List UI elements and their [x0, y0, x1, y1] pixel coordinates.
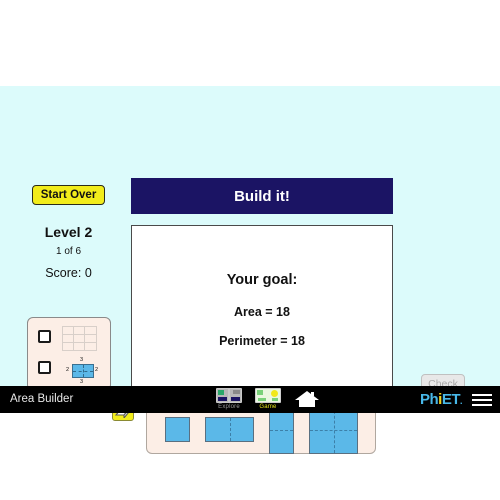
dim-label-left: 2 [66, 367, 70, 373]
hamburger-menu-icon[interactable] [472, 394, 492, 406]
dimensions-icon: 3 3 2 2 [58, 356, 106, 386]
goal-panel: Your goal: Area = 18 Perimeter = 18 [131, 225, 393, 394]
goal-perimeter: Perimeter = 18 [219, 333, 305, 348]
banner-title: Build it! [234, 187, 290, 205]
explore-thumbnail-icon [216, 388, 242, 403]
goal-title: Your goal: [226, 271, 298, 288]
build-it-banner: Build it! [131, 178, 393, 214]
nav-label-explore: Explore [218, 404, 240, 410]
phet-logo[interactable]: PhiET. [420, 391, 463, 408]
dim-label-right: 2 [95, 367, 99, 373]
shape-tile-2x1[interactable] [204, 416, 254, 442]
nav-item-explore[interactable]: Explore [210, 388, 248, 410]
score-label: Score: 0 [45, 266, 92, 280]
shape-tile-1x1[interactable] [164, 416, 190, 442]
app-screen: Start Over Level 2 1 of 6 Score: 0 Build… [0, 0, 500, 500]
level-progress: 1 of 6 [55, 246, 82, 257]
simulation-canvas: Start Over Level 2 1 of 6 Score: 0 Build… [0, 86, 500, 454]
start-over-label: Start Over [40, 189, 97, 201]
nav-item-game[interactable]: Game [249, 388, 287, 410]
goal-area: Area = 18 [234, 304, 290, 319]
dimensions-icon-rect [72, 364, 94, 378]
dimensions-checkbox[interactable] [38, 361, 51, 374]
dim-label-bottom: 3 [80, 379, 84, 385]
nav-label-game: Game [259, 404, 277, 410]
display-options-panel: 3 3 2 2 [27, 317, 111, 391]
grid-checkbox[interactable] [38, 330, 51, 343]
home-button[interactable] [294, 389, 320, 409]
dim-label-top: 3 [80, 357, 84, 363]
home-icon [295, 391, 319, 407]
level-title: Level 2 [44, 224, 93, 240]
game-thumbnail-icon [255, 388, 281, 403]
sim-title: Area Builder [10, 393, 74, 405]
navigation-bar: Area Builder Explore Game PhiET. [0, 386, 500, 413]
start-over-button[interactable]: Start Over [32, 185, 105, 205]
grid-icon [62, 326, 97, 351]
